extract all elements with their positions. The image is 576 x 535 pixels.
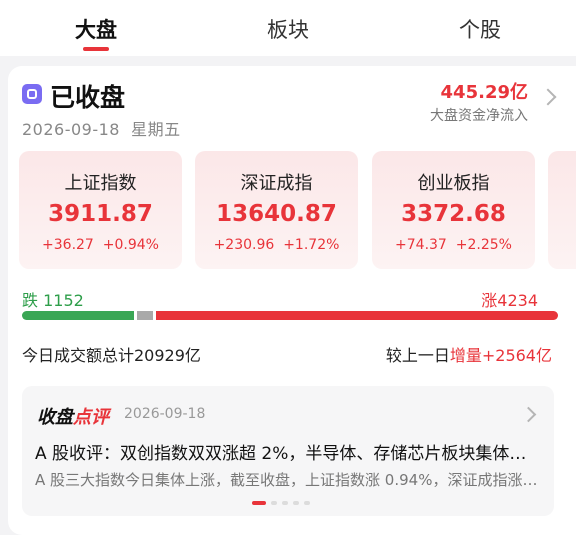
carousel-dot — [271, 501, 277, 505]
review-summary[interactable]: A 股三大指数今日集体上涨，截至收盘，上证指数涨 0.94%，深证成指涨 1.7… — [35, 469, 540, 490]
index-change: +36.27 +0.94% — [19, 237, 182, 253]
review-title-highlight: 点评 — [73, 407, 109, 428]
falling-number: 1152 — [43, 291, 84, 310]
market-review-card[interactable]: 收盘点评 2026-09-18 A 股收评：双创指数双双涨超 2%，半导体、存储… — [22, 386, 554, 516]
market-status: 已收盘 — [50, 83, 126, 112]
index-change-points: +230.96 — [213, 237, 275, 253]
capital-flow-label[interactable]: 大盘资金净流入 — [430, 105, 528, 125]
advance-decline-bar — [22, 311, 558, 320]
review-headline[interactable]: A 股收评：双创指数双双涨超 2%，半导体、存储芯片板块集体走强 — [35, 439, 540, 464]
capital-flow-value[interactable]: 445.29亿 — [441, 78, 528, 104]
compare-value: +2564亿 — [481, 346, 552, 365]
index-card-shanghai[interactable]: 上证指数 3911.87 +36.27 +0.94% — [19, 151, 182, 269]
index-value: 3911.87 — [48, 201, 153, 227]
index-change-points: +74.37 — [395, 237, 447, 253]
review-date: 2026-09-18 — [124, 406, 206, 422]
index-change-percent: +0.94% — [102, 237, 159, 253]
rising-number: 4234 — [497, 291, 538, 310]
carousel-dot — [293, 501, 299, 505]
turnover-total: 今日成交额总计20929亿 — [22, 346, 201, 365]
index-card-shenzhen[interactable]: 深证成指 13640.87 +230.96 +1.72% — [195, 151, 358, 269]
active-tab-indicator — [83, 47, 109, 51]
carousel-dot — [304, 501, 310, 505]
compare-prefix: 较上一日 — [385, 346, 450, 365]
tab-market[interactable]: 大盘 — [56, 14, 136, 44]
advance-segment — [156, 311, 558, 320]
index-change-percent: +2.25% — [455, 237, 512, 253]
index-change: +230.96 +1.72% — [195, 237, 358, 253]
trading-date: 2026-09-18 星期五 — [22, 116, 181, 140]
rising-label: 涨 — [481, 291, 498, 310]
turnover-compare: 较上一日增量+2564亿 — [386, 342, 552, 366]
index-name: 创业板指 — [417, 173, 490, 194]
carousel-dot — [282, 501, 288, 505]
carousel-dot — [252, 501, 266, 505]
weekday: 星期五 — [131, 120, 181, 139]
falling-label: 跌 — [22, 291, 39, 310]
decline-segment — [22, 311, 134, 320]
compare-label: 增量 — [449, 346, 482, 365]
index-name: 上证指数 — [64, 173, 137, 194]
index-change-points: +36.27 — [42, 237, 94, 253]
chevron-right-icon[interactable] — [520, 406, 537, 423]
review-title: 收盘点评 — [37, 403, 109, 429]
date-value: 2026-09-18 — [22, 120, 120, 139]
index-change-percent: +1.72% — [283, 237, 340, 253]
index-card-partial[interactable] — [548, 151, 576, 269]
top-tab-bar: 大盘 板块 个股 — [0, 0, 576, 56]
falling-count: 跌 1152 — [22, 287, 84, 311]
index-card-chinext[interactable]: 创业板指 3372.68 +74.37 +2.25% — [372, 151, 535, 269]
index-value: 3372.68 — [401, 201, 506, 227]
flat-segment — [137, 311, 153, 320]
index-change: +74.37 +2.25% — [372, 237, 535, 253]
tab-stocks[interactable]: 个股 — [440, 14, 520, 44]
review-title-main: 收盘 — [37, 407, 73, 428]
rising-count: 涨4234 — [481, 287, 538, 311]
tab-sectors[interactable]: 板块 — [248, 14, 328, 44]
index-value: 13640.87 — [216, 201, 337, 227]
market-closed-icon — [22, 84, 42, 104]
index-name: 深证成指 — [240, 173, 313, 194]
